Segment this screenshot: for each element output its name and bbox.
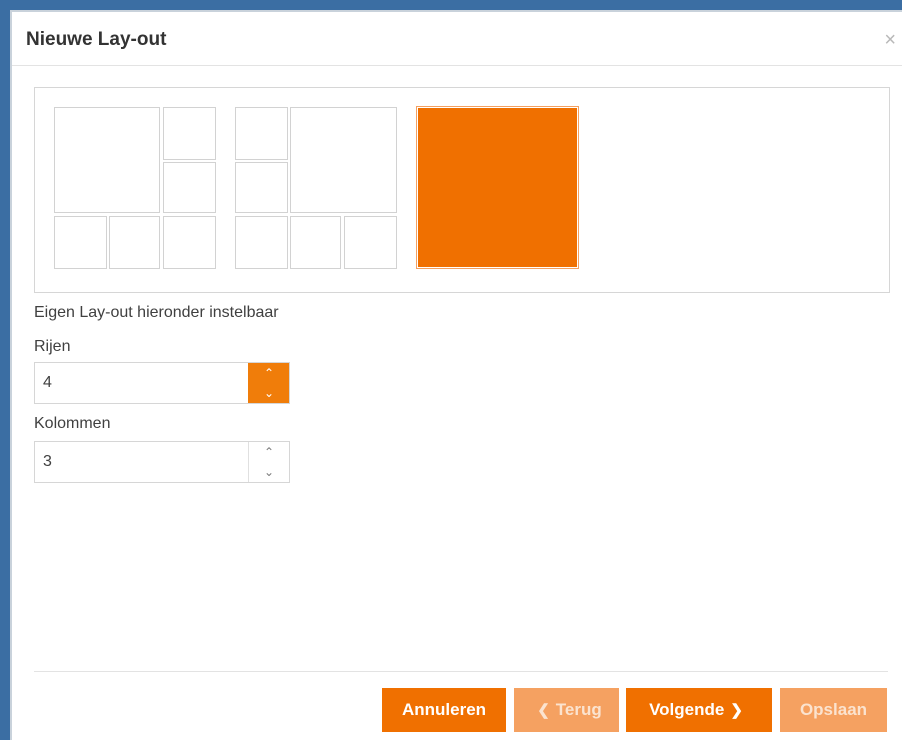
- layout-cell: [290, 216, 341, 269]
- layout-single-selected[interactable]: [416, 106, 579, 269]
- chevron-down-icon[interactable]: ⌄: [249, 462, 289, 482]
- chevron-down-icon[interactable]: ⌄: [249, 383, 289, 403]
- layout-cell: [163, 162, 216, 213]
- layout-cell: [235, 107, 288, 160]
- layout-presets: [34, 87, 890, 293]
- footer-divider: [34, 671, 888, 672]
- columns-stepper[interactable]: 3 ⌃ ⌄: [34, 441, 290, 483]
- layout-cell: [344, 216, 397, 269]
- chevron-up-icon[interactable]: ⌃: [249, 363, 289, 383]
- close-icon[interactable]: ×: [884, 30, 896, 50]
- layout-large-top-left[interactable]: [54, 107, 217, 270]
- save-button[interactable]: Opslaan: [780, 688, 887, 732]
- custom-layout-hint: Eigen Lay-out hieronder instelbaar: [34, 304, 279, 321]
- rows-stepper[interactable]: 4 ⌃ ⌄: [34, 362, 290, 404]
- dialog-title: Nieuwe Lay-out: [26, 29, 167, 50]
- columns-label: Kolommen: [34, 415, 111, 432]
- chevron-right-icon: ❯: [730, 702, 743, 719]
- back-button-label: Terug: [555, 700, 602, 719]
- layout-cell: [109, 216, 160, 269]
- rows-label: Rijen: [34, 338, 71, 355]
- layout-cell: [163, 107, 216, 160]
- layout-cell: [54, 107, 160, 213]
- rows-value[interactable]: 4: [43, 374, 52, 392]
- layout-cell: [163, 216, 216, 269]
- rows-stepper-buttons: ⌃ ⌄: [248, 363, 289, 403]
- layout-cell: [235, 162, 288, 213]
- cancel-button[interactable]: Annuleren: [382, 688, 506, 732]
- next-button[interactable]: Volgende ❯: [626, 688, 772, 732]
- back-button[interactable]: ❮ Terug: [514, 688, 619, 732]
- new-layout-dialog: Nieuwe Lay-out × Eigen Lay-out hieronder…: [10, 10, 902, 740]
- layout-cell: [235, 216, 288, 269]
- layout-cell: [54, 216, 107, 269]
- chevron-left-icon: ❮: [537, 702, 550, 719]
- chevron-up-icon[interactable]: ⌃: [249, 442, 289, 462]
- layout-large-top-right[interactable]: [235, 107, 398, 270]
- next-button-label: Volgende: [649, 700, 725, 719]
- dialog-header: Nieuwe Lay-out ×: [12, 12, 902, 66]
- columns-stepper-buttons: ⌃ ⌄: [248, 442, 289, 482]
- layout-cell: [290, 107, 397, 213]
- columns-value[interactable]: 3: [43, 453, 52, 471]
